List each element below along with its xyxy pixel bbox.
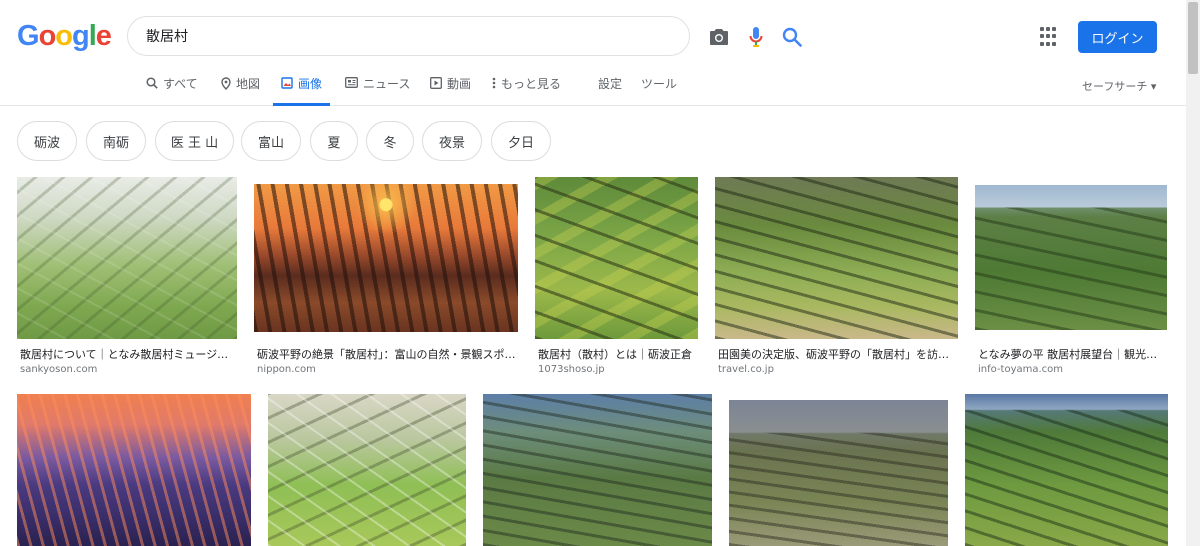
tab-images[interactable]: 画像 bbox=[273, 76, 331, 106]
result-caption: となみ夢の平 散居村展望台｜観光ス… bbox=[978, 348, 1166, 361]
logo-letter: g bbox=[72, 20, 90, 52]
result-thumbnail bbox=[483, 394, 712, 546]
result-caption: 散居村について｜となみ散居村ミュージアム… bbox=[20, 348, 236, 361]
result-thumbnail bbox=[17, 394, 251, 546]
tab-label: ツール bbox=[641, 77, 678, 91]
image-result[interactable] bbox=[268, 394, 466, 546]
result-thumbnail bbox=[535, 177, 698, 339]
tab-settings[interactable]: 設定 bbox=[598, 76, 622, 106]
more-vert-icon bbox=[492, 77, 496, 89]
chip[interactable]: 夕日 bbox=[491, 121, 551, 161]
result-domain: 1073shoso.jp bbox=[538, 364, 605, 375]
result-caption: 田園美の決定版、砺波平野の「散居村」を訪ね… bbox=[718, 348, 956, 361]
chip[interactable]: 南砺 bbox=[86, 121, 146, 161]
logo-letter: l bbox=[88, 20, 97, 52]
result-thumbnail bbox=[268, 394, 466, 546]
chip[interactable]: 医 王 山 bbox=[155, 121, 234, 161]
result-domain: sankyoson.com bbox=[20, 364, 98, 375]
result-thumbnail bbox=[715, 177, 958, 339]
tab-videos[interactable]: 動画 bbox=[430, 76, 471, 106]
search-input[interactable] bbox=[146, 26, 566, 46]
tab-maps[interactable]: 地図 bbox=[221, 76, 260, 106]
result-domain: info-toyama.com bbox=[978, 364, 1064, 375]
search-icon bbox=[146, 77, 158, 89]
search-box bbox=[127, 16, 802, 56]
chip[interactable]: 冬 bbox=[366, 121, 414, 161]
location-pin-icon bbox=[221, 77, 231, 90]
result-thumbnail bbox=[254, 184, 518, 332]
camera-icon[interactable] bbox=[707, 25, 731, 49]
image-result[interactable]: 散居村（散村）とは｜砺波正倉 1073shoso.jp bbox=[535, 177, 698, 377]
chip[interactable]: 夜景 bbox=[422, 121, 482, 161]
image-result[interactable]: となみ夢の平 散居村展望台｜観光ス… info-toyama.com bbox=[975, 177, 1167, 377]
image-result[interactable] bbox=[483, 394, 712, 546]
tab-label: 地図 bbox=[236, 77, 261, 91]
image-result[interactable]: 砺波平野の絶景「散居村」：富山の自然・景観スポ… nippon.com bbox=[254, 177, 518, 377]
chip[interactable]: 砺波 bbox=[17, 121, 77, 161]
tab-label: 動画 bbox=[447, 77, 472, 91]
image-result[interactable] bbox=[17, 394, 251, 546]
result-thumbnail bbox=[729, 400, 948, 546]
tab-label: 設定 bbox=[598, 77, 623, 91]
chip[interactable]: 富山 bbox=[241, 121, 301, 161]
tab-all[interactable]: すべて bbox=[146, 76, 198, 106]
result-caption: 砺波平野の絶景「散居村」：富山の自然・景観スポ… bbox=[257, 348, 516, 361]
result-caption: 散居村（散村）とは｜砺波正倉 bbox=[538, 348, 692, 361]
result-domain: travel.co.jp bbox=[718, 364, 774, 375]
image-icon bbox=[281, 77, 293, 89]
tab-news[interactable]: ニュース bbox=[345, 76, 410, 106]
logo-letter: G bbox=[17, 20, 40, 52]
video-icon bbox=[430, 77, 442, 89]
header: Google ログイン すべて 地図 画像 ニュース bbox=[0, 0, 1186, 106]
scrollbar[interactable] bbox=[1186, 0, 1200, 546]
image-result[interactable] bbox=[965, 394, 1168, 546]
logo-letter: o bbox=[38, 20, 57, 52]
image-result[interactable] bbox=[729, 400, 948, 546]
tab-label: ニュース bbox=[363, 77, 411, 91]
result-domain: nippon.com bbox=[257, 364, 316, 375]
result-thumbnail bbox=[975, 185, 1167, 330]
image-result[interactable]: 田園美の決定版、砺波平野の「散居村」を訪ね… travel.co.jp bbox=[715, 177, 958, 377]
result-thumbnail bbox=[965, 394, 1168, 546]
logo-letter: o bbox=[55, 20, 73, 52]
result-thumbnail bbox=[17, 177, 237, 339]
image-result[interactable]: 散居村について｜となみ散居村ミュージアム… sankyoson.com bbox=[17, 177, 237, 377]
google-logo[interactable]: Google bbox=[17, 20, 112, 53]
microphone-icon[interactable] bbox=[744, 25, 768, 49]
search-icon[interactable] bbox=[780, 25, 804, 49]
tab-tools[interactable]: ツール bbox=[641, 76, 677, 106]
tab-label: 画像 bbox=[298, 77, 323, 91]
apps-grid-icon[interactable] bbox=[1040, 27, 1060, 47]
search-tabs: すべて 地図 画像 ニュース 動画 もっと見る 設定 ツール セーフサーチ ▾ bbox=[0, 70, 1186, 106]
tab-label: すべて bbox=[163, 77, 198, 91]
login-button[interactable]: ログイン bbox=[1078, 21, 1157, 53]
safesearch-dropdown[interactable]: セーフサーチ ▾ bbox=[1082, 78, 1156, 94]
tab-more[interactable]: もっと見る bbox=[492, 76, 561, 106]
logo-letter: e bbox=[95, 20, 112, 52]
scrollbar-thumb[interactable] bbox=[1188, 2, 1198, 74]
chip[interactable]: 夏 bbox=[310, 121, 358, 161]
news-icon bbox=[345, 77, 358, 88]
tab-label: もっと見る bbox=[501, 77, 562, 91]
